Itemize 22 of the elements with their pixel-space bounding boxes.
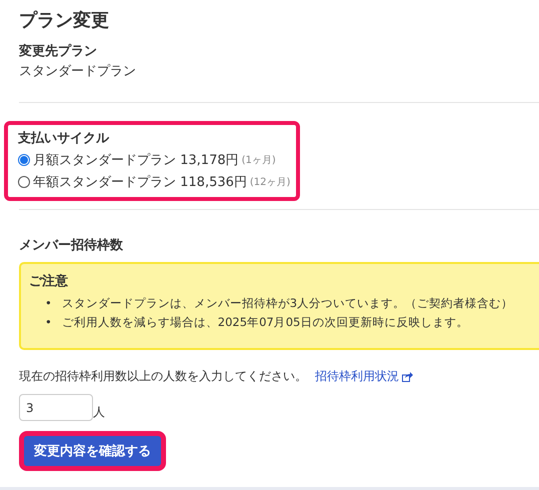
radio-button[interactable]: [18, 154, 30, 166]
confirm-button[interactable]: 変更内容を確認する: [19, 431, 166, 471]
option-period: (1ヶ月): [242, 154, 276, 167]
usage-link[interactable]: 招待枠利用状況: [315, 368, 413, 385]
target-plan-value: スタンダードプラン: [19, 63, 137, 80]
bullet: •: [45, 295, 52, 312]
member-count-field[interactable]: 3: [19, 394, 93, 421]
instruction-text: 現在の招待枠利用数以上の人数を入力してください。: [19, 368, 307, 385]
radio-button[interactable]: [18, 176, 30, 188]
notice-item: スタンダードプランは、メンバー招待枠が3人分ついています。（ご契約者様含む）: [62, 295, 514, 312]
page-title: プラン変更: [19, 9, 110, 32]
payment-cycle-heading: 支払いサイクル: [18, 130, 110, 147]
notice-title: ご注意: [29, 272, 69, 290]
members-heading: メンバー招待枠数: [19, 237, 124, 254]
unit-label: 人: [93, 404, 105, 421]
target-plan-label: 変更先プラン: [19, 42, 98, 60]
option-label: 月額スタンダードプラン 13,178円: [33, 152, 239, 169]
option-period: (12ヶ月): [250, 176, 290, 189]
notice-item: ご利用人数を減らす場合は、2025年07月05日の次回更新時に反映します。: [62, 314, 468, 331]
external-link-icon: [402, 372, 413, 382]
bullet: •: [45, 314, 52, 331]
option-label: 年額スタンダードプラン 118,536円: [33, 174, 247, 191]
